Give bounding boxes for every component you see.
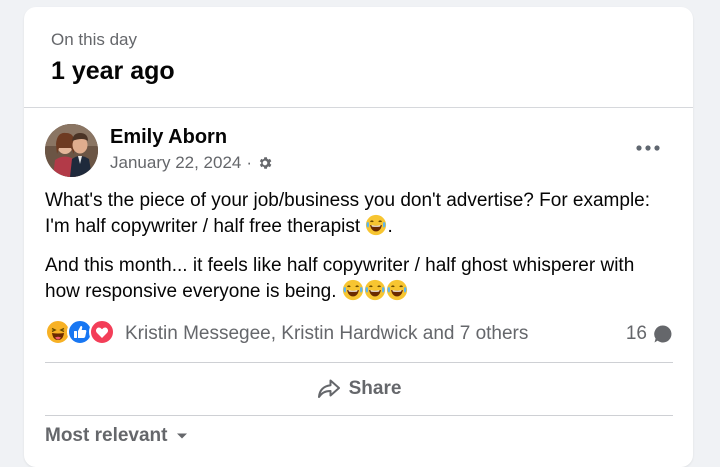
comment-count[interactable]: 16 xyxy=(626,319,673,349)
reactions-bar: Kristin Messegee, Kristin Hardwick and 7… xyxy=(45,318,673,350)
share-button[interactable]: Share xyxy=(45,369,673,409)
more-options-button[interactable] xyxy=(629,133,667,163)
header-divider xyxy=(24,107,693,108)
laughing-crying-emoji-icon xyxy=(365,214,387,244)
love-reaction-icon xyxy=(89,318,115,350)
memory-header: On this day 1 year ago xyxy=(24,7,693,107)
share-label: Share xyxy=(348,378,402,399)
comments-divider xyxy=(45,415,673,416)
gear-icon xyxy=(257,155,273,171)
sort-label: Most relevant xyxy=(45,425,168,446)
actions-divider xyxy=(45,362,673,363)
laughing-crying-emoji-icon xyxy=(342,279,364,309)
paragraph-1-end: . xyxy=(387,216,393,237)
more-options-icon xyxy=(636,145,660,151)
avatar[interactable] xyxy=(45,124,98,177)
reaction-icons[interactable] xyxy=(45,318,115,350)
comment-count-value: 16 xyxy=(625,323,647,344)
paragraph-1-text: What's the piece of your job/business yo… xyxy=(45,190,651,237)
memory-headline: 1 year ago xyxy=(51,57,175,85)
paragraph-2-text: And this month... it feels like half cop… xyxy=(45,255,635,302)
post-date[interactable]: January 22, 2024 xyxy=(110,153,241,173)
post-paragraph-2: And this month... it feels like half cop… xyxy=(45,253,665,309)
author-name[interactable]: Emily Aborn xyxy=(110,126,227,149)
laughing-crying-emoji-icon xyxy=(364,279,386,309)
post-paragraph-1: What's the piece of your job/business yo… xyxy=(45,188,665,244)
memory-eyebrow: On this day xyxy=(51,30,137,49)
comment-bubble-icon xyxy=(654,325,672,343)
memory-card: On this day 1 year ago Emily Aborn Janua… xyxy=(24,7,693,467)
laughing-crying-emoji-icon xyxy=(386,279,408,309)
meta-separator: · xyxy=(246,153,253,172)
share-icon xyxy=(317,379,340,398)
reaction-names[interactable]: Kristin Messegee, Kristin Hardwick and 7… xyxy=(125,323,528,345)
chevron-down-icon xyxy=(177,433,188,439)
post-meta: January 22, 2024 · xyxy=(110,153,273,173)
comment-sort-dropdown[interactable]: Most relevant xyxy=(45,425,188,447)
